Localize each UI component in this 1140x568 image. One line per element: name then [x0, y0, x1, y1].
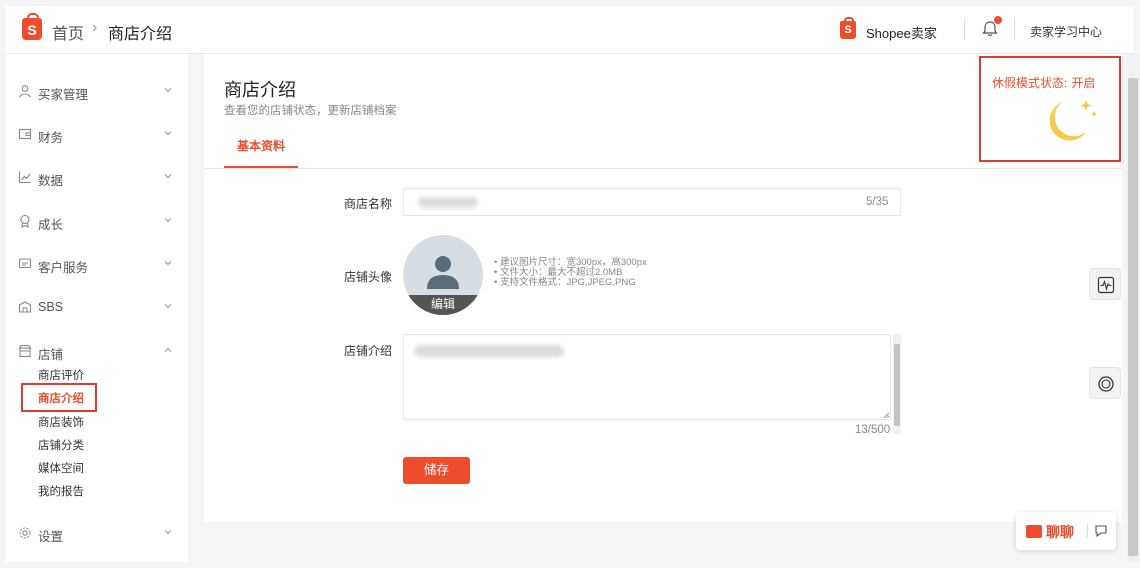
notification-dot: [994, 16, 1002, 24]
chat-minimize-icon[interactable]: [1094, 524, 1108, 538]
page-scrollbar-thumb[interactable]: [1128, 78, 1138, 556]
sidebar-item-label: 客户服务: [38, 261, 89, 275]
chevron-up-icon: [164, 347, 172, 352]
user-icon: [19, 85, 31, 98]
sidebar-item-label: 成长: [38, 218, 64, 232]
chevron-down-icon: [164, 218, 172, 223]
sidebar-item-label: 买家管理: [38, 88, 89, 102]
shopee-seller-logo: S: [840, 17, 856, 39]
header-divider: [1014, 18, 1015, 40]
sidebar-item-data[interactable]: 数据: [6, 162, 188, 192]
box-icon: [18, 301, 32, 313]
tab-basic-info[interactable]: 基本资料: [224, 138, 298, 168]
chevron-down-icon: [164, 88, 172, 93]
sidebar: 买家管理 财务 数据 成长 客户服务 SBS 店铺 商店评价 商店介绍 商店装饰…: [6, 54, 188, 562]
sidebar-item-label: 财务: [38, 131, 64, 145]
sidebar-item-buyer-management[interactable]: 买家管理: [6, 76, 188, 106]
sidebar-item-growth[interactable]: 成长: [6, 206, 188, 236]
highlight-box-store-intro: [21, 383, 97, 412]
chevron-down-icon: [164, 530, 172, 535]
performance-float-button[interactable]: [1089, 268, 1121, 300]
breadcrumb-current: 商店介绍: [108, 26, 173, 43]
store-intro-textarea[interactable]: [403, 334, 891, 420]
sidebar-item-finance[interactable]: 财务: [6, 119, 188, 149]
chevron-down-icon: [164, 261, 172, 266]
shopee-logo[interactable]: S: [22, 13, 42, 40]
chart-icon: [18, 171, 31, 184]
page-subtitle: 查看您的店铺状态，更新店铺档案: [224, 105, 397, 117]
blurred-store-intro: [414, 345, 564, 357]
highlight-box-vacation-mode: [979, 56, 1121, 162]
store-name-label: 商店名称: [344, 197, 393, 211]
sidebar-item-settings[interactable]: 设置: [6, 518, 188, 548]
chat-widget[interactable]: 聊聊: [1016, 512, 1116, 550]
avatar-tip-format: • 支持文件格式：JPG,JPEG,PNG: [494, 277, 636, 288]
message-icon: [18, 258, 32, 269]
sidebar-item-label: 设置: [38, 530, 64, 544]
store-icon: [18, 344, 32, 358]
gear-icon: [19, 527, 31, 539]
chat-icon: [1026, 525, 1042, 538]
sidebar-item-customer-service[interactable]: 客户服务: [6, 249, 188, 279]
sidebar-sub-store-decoration[interactable]: 商店装饰: [38, 414, 84, 430]
activity-monitor-icon: [1097, 276, 1115, 294]
wallet-icon: [18, 128, 32, 140]
avatar-placeholder-icon: [427, 256, 459, 289]
store-name-input[interactable]: 5/35: [403, 188, 901, 216]
store-avatar-label: 店铺头像: [344, 270, 393, 284]
sidebar-item-store[interactable]: 店铺: [6, 336, 188, 366]
breadcrumb-separator-icon: ›: [92, 19, 98, 36]
sidebar-item-label: 店铺: [38, 348, 64, 362]
sidebar-sub-media-space[interactable]: 媒体空间: [38, 460, 84, 476]
learning-center-link[interactable]: 卖家学习中心: [1030, 23, 1102, 40]
chat-divider: [1087, 524, 1088, 538]
header-divider: [964, 18, 965, 40]
resize-handle-icon[interactable]: [882, 411, 890, 419]
store-name-char-count: 5/35: [866, 196, 889, 208]
store-intro-label: 店铺介绍: [344, 344, 393, 358]
chat-label[interactable]: 聊聊: [1046, 522, 1074, 542]
sidebar-item-label: 数据: [38, 174, 64, 188]
sidebar-item-label: SBS: [38, 300, 64, 314]
save-button[interactable]: 储存: [403, 457, 470, 484]
support-float-button[interactable]: [1089, 367, 1121, 399]
store-avatar-upload[interactable]: 编辑: [403, 235, 483, 315]
intro-scrollbar-thumb[interactable]: [894, 344, 900, 426]
blurred-store-name: [418, 197, 478, 208]
badge-icon: [20, 214, 30, 228]
avatar-edit-button[interactable]: 编辑: [403, 295, 483, 315]
chevron-down-icon: [164, 174, 172, 179]
top-header: S 首页 › 商店介绍 S Shopee卖家 卖家学习中心: [6, 6, 1134, 54]
sidebar-sub-my-reports[interactable]: 我的报告: [38, 483, 84, 499]
sidebar-sub-store-categories[interactable]: 店铺分类: [38, 437, 84, 453]
sidebar-item-sbs[interactable]: SBS: [6, 292, 188, 322]
sidebar-sub-store-reviews[interactable]: 商店评价: [38, 367, 84, 383]
store-intro-char-count: 13/500: [855, 424, 891, 436]
chevron-down-icon: [164, 304, 172, 309]
headset-icon: [1098, 376, 1114, 392]
tab-divider: [204, 168, 1122, 169]
page-title: 商店介绍: [224, 80, 296, 100]
breadcrumb-home[interactable]: 首页: [52, 20, 84, 44]
avatar-upload-tips: • 建议图片尺寸：宽300px，高300px • 文件大小：最大不超过2.0MB…: [494, 258, 647, 288]
chevron-down-icon: [164, 131, 172, 136]
seller-brand-name[interactable]: Shopee卖家: [866, 23, 937, 42]
